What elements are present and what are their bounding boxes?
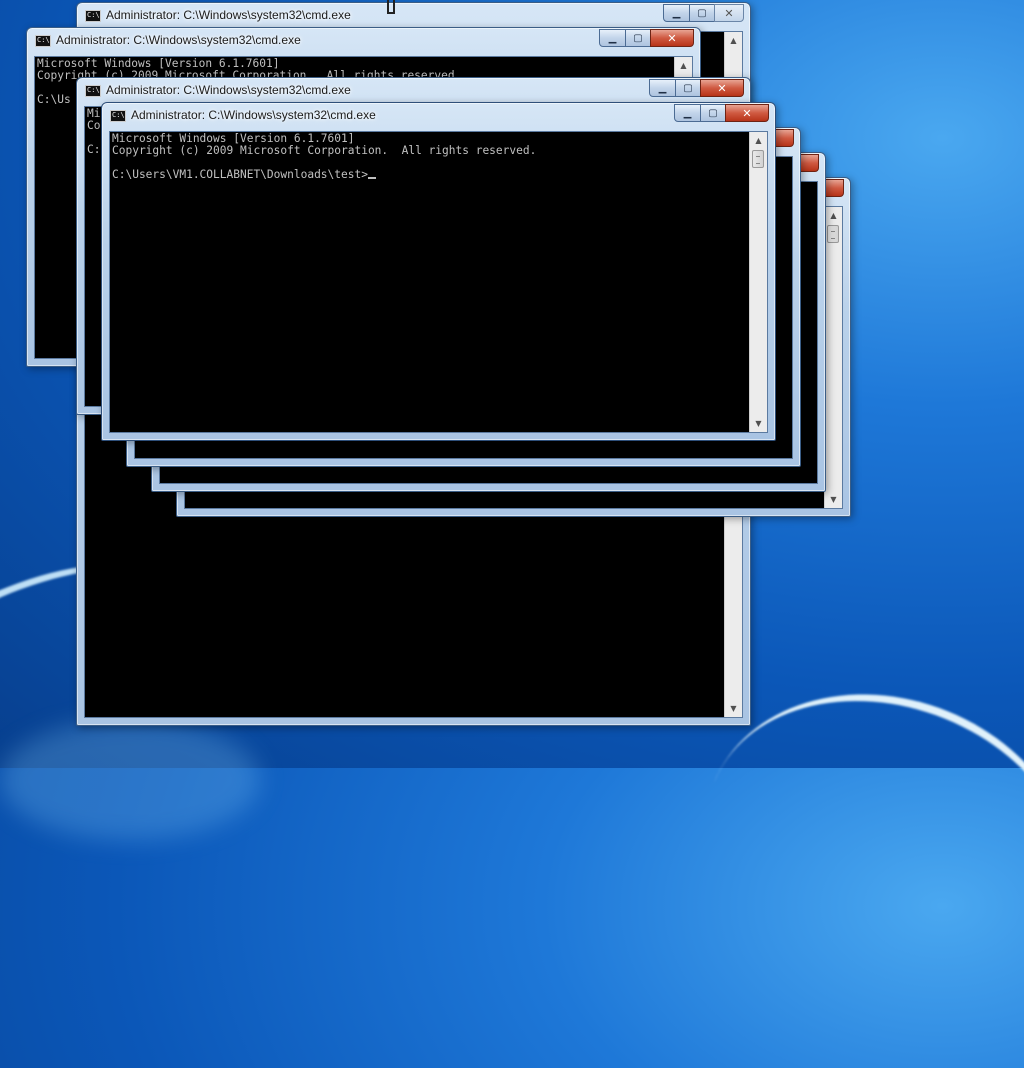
title-bar[interactable]: C:\ Administrator: C:\Windows\system32\c…	[77, 78, 750, 104]
maximize-button[interactable]: ▢	[675, 79, 701, 97]
maximize-icon: ▢	[633, 32, 643, 44]
minimize-icon: ▁	[672, 7, 681, 19]
maximize-button[interactable]: ▢	[689, 4, 715, 22]
vertical-scrollbar[interactable]: ▲ ▼	[749, 132, 767, 432]
minimize-button[interactable]: ▁	[649, 79, 676, 97]
close-icon: ✕	[717, 81, 727, 95]
wallpaper-glow	[0, 720, 260, 840]
console-output[interactable]: Microsoft Windows [Version 6.1.7601] Copy…	[112, 133, 747, 432]
close-button[interactable]: ✕	[714, 4, 744, 22]
window-title: Administrator: C:\Windows\system32\cmd.e…	[131, 108, 376, 122]
cmd-app-icon: C:\	[35, 35, 51, 47]
cmd-app-icon: C:\	[85, 10, 101, 22]
close-icon: ✕	[724, 6, 734, 20]
scroll-up-icon[interactable]: ▲	[675, 57, 692, 74]
minimize-icon: ▁	[608, 32, 617, 44]
scroll-up-icon[interactable]: ▲	[725, 32, 742, 49]
scroll-thumb[interactable]	[827, 225, 839, 243]
scroll-down-icon[interactable]: ▼	[825, 491, 842, 508]
title-bar[interactable]: C:\ Administrator: C:\Windows\system32\c…	[27, 28, 700, 54]
title-bar[interactable]: C:\ Administrator: C:\Windows\system32\c…	[77, 3, 750, 29]
minimize-button[interactable]: ▁	[663, 4, 690, 22]
cmd-app-icon: C:\	[85, 85, 101, 97]
close-button[interactable]: ✕	[650, 29, 694, 47]
close-icon: ✕	[742, 106, 752, 120]
window-title: Administrator: C:\Windows\system32\cmd.e…	[106, 8, 351, 22]
maximize-button[interactable]: ▢	[700, 104, 726, 122]
prompt-line[interactable]: C:\Users\VM1.COLLABNET\Downloads\test>	[112, 169, 747, 181]
close-button[interactable]: ✕	[700, 79, 744, 97]
scroll-down-icon[interactable]: ▼	[725, 700, 742, 717]
scroll-up-icon[interactable]: ▲	[750, 132, 767, 149]
title-bar[interactable]: C:\ Administrator: C:\Windows\system32\c…	[102, 103, 775, 129]
scroll-thumb[interactable]	[752, 150, 764, 168]
close-icon: ✕	[667, 31, 677, 45]
text-cursor	[367, 177, 376, 179]
maximize-icon: ▢	[708, 107, 718, 119]
scroll-up-icon[interactable]: ▲	[825, 207, 842, 224]
minimize-button[interactable]: ▁	[599, 29, 626, 47]
console-line: Copyright (c) 2009 Microsoft Corporation…	[112, 144, 537, 157]
cmd-window-active[interactable]: C:\ Administrator: C:\Windows\system32\c…	[101, 102, 776, 441]
close-button[interactable]: ✕	[725, 104, 769, 122]
window-title: Administrator: C:\Windows\system32\cmd.e…	[56, 33, 301, 47]
vertical-scrollbar[interactable]: ▲ ▼	[824, 207, 842, 508]
command-prompt: C:\Users\VM1.COLLABNET\Downloads\test>	[112, 168, 368, 181]
cmd-app-icon: C:\	[110, 110, 126, 122]
minimize-icon: ▁	[658, 82, 667, 94]
maximize-button[interactable]: ▢	[625, 29, 651, 47]
minimize-icon: ▁	[683, 107, 692, 119]
maximize-icon: ▢	[683, 82, 693, 94]
console-area[interactable]: Microsoft Windows [Version 6.1.7601] Copy…	[109, 131, 768, 433]
minimize-button[interactable]: ▁	[674, 104, 701, 122]
window-title: Administrator: C:\Windows\system32\cmd.e…	[106, 83, 351, 97]
scroll-down-icon[interactable]: ▼	[750, 415, 767, 432]
mouse-cursor-icon	[387, 0, 395, 14]
maximize-icon: ▢	[697, 7, 707, 19]
